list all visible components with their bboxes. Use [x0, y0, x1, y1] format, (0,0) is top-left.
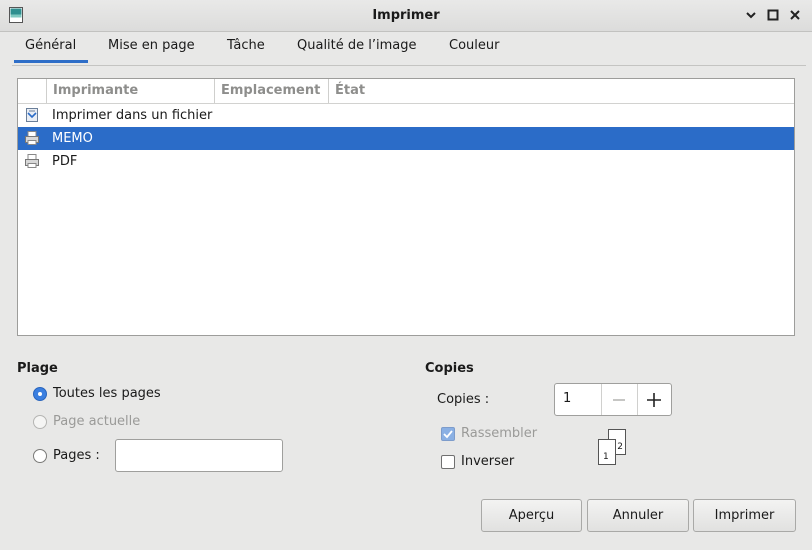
- tab-bar: Général Mise en page Tâche Qualité de l’…: [0, 32, 812, 66]
- spin-divider: [637, 384, 638, 415]
- current-page-label: Page actuelle: [53, 414, 141, 429]
- pages-label[interactable]: Pages :: [53, 448, 100, 463]
- print-button[interactable]: Imprimer: [693, 499, 796, 532]
- tab-general[interactable]: Général: [14, 38, 88, 63]
- printer-list[interactable]: Imprimante Emplacement État Imprimer dan…: [17, 78, 795, 336]
- tab-job[interactable]: Tâche: [227, 38, 265, 60]
- preview-button[interactable]: Aperçu: [481, 499, 582, 532]
- printer-row-pdf[interactable]: PDF: [18, 150, 794, 173]
- tab-label: Qualité de l’image: [297, 38, 417, 53]
- tab-label: Tâche: [227, 38, 265, 53]
- window-title: Imprimer: [372, 8, 440, 23]
- column-header-location[interactable]: Emplacement: [215, 79, 329, 103]
- tab-page-setup[interactable]: Mise en page: [108, 38, 195, 60]
- printer-row-memo[interactable]: MEMO: [18, 127, 794, 150]
- printer-row-file[interactable]: Imprimer dans un fichier: [18, 104, 794, 127]
- minus-icon[interactable]: [611, 393, 627, 407]
- column-header-printer[interactable]: Imprimante: [47, 79, 215, 103]
- cancel-button[interactable]: Annuler: [587, 499, 689, 532]
- column-header-state[interactable]: État: [329, 79, 794, 103]
- header-icon-column: [18, 79, 47, 103]
- range-heading: Plage: [17, 361, 58, 376]
- printer-name: MEMO: [52, 131, 93, 146]
- title-bar: Imprimer: [0, 0, 812, 32]
- close-icon[interactable]: [788, 8, 802, 22]
- tab-label: Couleur: [449, 38, 500, 53]
- plus-icon[interactable]: [646, 392, 662, 408]
- spin-divider: [601, 384, 602, 415]
- reverse-label[interactable]: Inverser: [461, 454, 514, 469]
- maximize-icon[interactable]: [766, 8, 780, 22]
- tab-label: Général: [25, 38, 77, 53]
- minimize-icon[interactable]: [744, 8, 758, 22]
- check-icon: [443, 430, 453, 439]
- preview-sheet-1: 1: [598, 439, 616, 465]
- collate-checkbox: [441, 427, 455, 441]
- all-pages-label[interactable]: Toutes les pages: [53, 386, 161, 401]
- pages-input[interactable]: [115, 439, 283, 472]
- printer-list-header: Imprimante Emplacement État: [18, 79, 794, 104]
- copies-spinbutton: 1: [554, 383, 672, 416]
- tab-image-quality[interactable]: Qualité de l’image: [297, 38, 417, 60]
- current-page-radio: [33, 415, 47, 429]
- reverse-checkbox[interactable]: [441, 455, 455, 469]
- collate-label: Rassembler: [461, 426, 538, 441]
- printer-name: Imprimer dans un fichier: [52, 108, 213, 123]
- tab-color[interactable]: Couleur: [449, 38, 499, 60]
- copies-value[interactable]: 1: [563, 391, 571, 406]
- all-pages-radio[interactable]: [33, 387, 47, 401]
- collate-preview: 2 1: [597, 429, 629, 467]
- pages-radio[interactable]: [33, 449, 47, 463]
- tab-divider: [12, 65, 806, 66]
- tab-label: Mise en page: [108, 38, 195, 53]
- printer-icon: [25, 154, 39, 168]
- print-to-file-icon: [26, 108, 38, 122]
- printer-name: PDF: [52, 154, 78, 169]
- copies-label: Copies :: [437, 392, 490, 407]
- copies-heading: Copies: [425, 361, 474, 376]
- printer-icon: [25, 131, 39, 145]
